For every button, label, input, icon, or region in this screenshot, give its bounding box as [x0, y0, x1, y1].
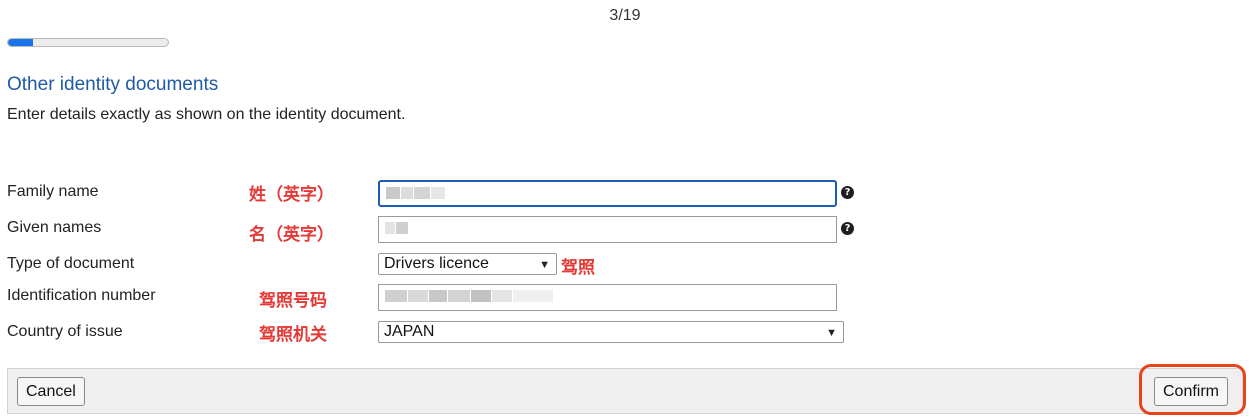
redacted-text: [386, 186, 400, 199]
country-select[interactable]: JAPAN ▼: [378, 321, 844, 343]
chevron-down-icon: ▼: [826, 327, 837, 339]
country-label: Country of issue: [7, 323, 123, 340]
given-names-annotation: 名（英字）: [249, 225, 334, 245]
cancel-button[interactable]: Cancel: [17, 377, 85, 406]
redacted-text: [492, 289, 512, 302]
family-name-annotation: 姓（英字）: [249, 185, 334, 205]
action-bar: [7, 368, 1243, 414]
progress-step-text: 3/19: [609, 7, 641, 24]
given-names-input[interactable]: [378, 216, 837, 243]
redacted-text: [429, 289, 447, 302]
document-type-select[interactable]: Drivers licence ▼: [378, 253, 557, 275]
family-name-input[interactable]: [378, 180, 837, 207]
confirm-highlight-ring: [1139, 364, 1246, 415]
id-number-label: Identification number: [7, 287, 156, 304]
country-annotation: 驾照机关: [259, 325, 327, 345]
progress-bar: [7, 38, 169, 47]
progress-bar-fill: [8, 39, 34, 46]
redacted-text: [408, 289, 428, 302]
redacted-text: [396, 221, 408, 234]
redacted-text: [385, 221, 395, 234]
redacted-text: [513, 289, 553, 302]
id-number-input[interactable]: [378, 284, 837, 311]
question-circle-icon[interactable]: ?: [841, 222, 854, 235]
question-circle-icon[interactable]: ?: [841, 186, 854, 199]
id-number-annotation: 驾照号码: [259, 291, 327, 311]
redacted-text: [471, 289, 491, 302]
country-selected: JAPAN: [384, 323, 435, 340]
redacted-text: [414, 186, 430, 199]
given-names-label: Given names: [7, 219, 102, 236]
document-type-selected: Drivers licence: [384, 255, 489, 272]
chevron-down-icon: ▼: [539, 259, 550, 271]
instructions-text: Enter details exactly as shown on the id…: [7, 106, 406, 123]
redacted-text: [431, 186, 445, 199]
redacted-text: [448, 289, 470, 302]
family-name-label: Family name: [7, 183, 99, 200]
redacted-text: [401, 186, 413, 199]
document-type-annotation: 驾照: [561, 258, 595, 278]
redacted-text: [385, 289, 407, 302]
document-type-label: Type of document: [7, 255, 135, 272]
section-title: Other identity documents: [7, 74, 219, 95]
